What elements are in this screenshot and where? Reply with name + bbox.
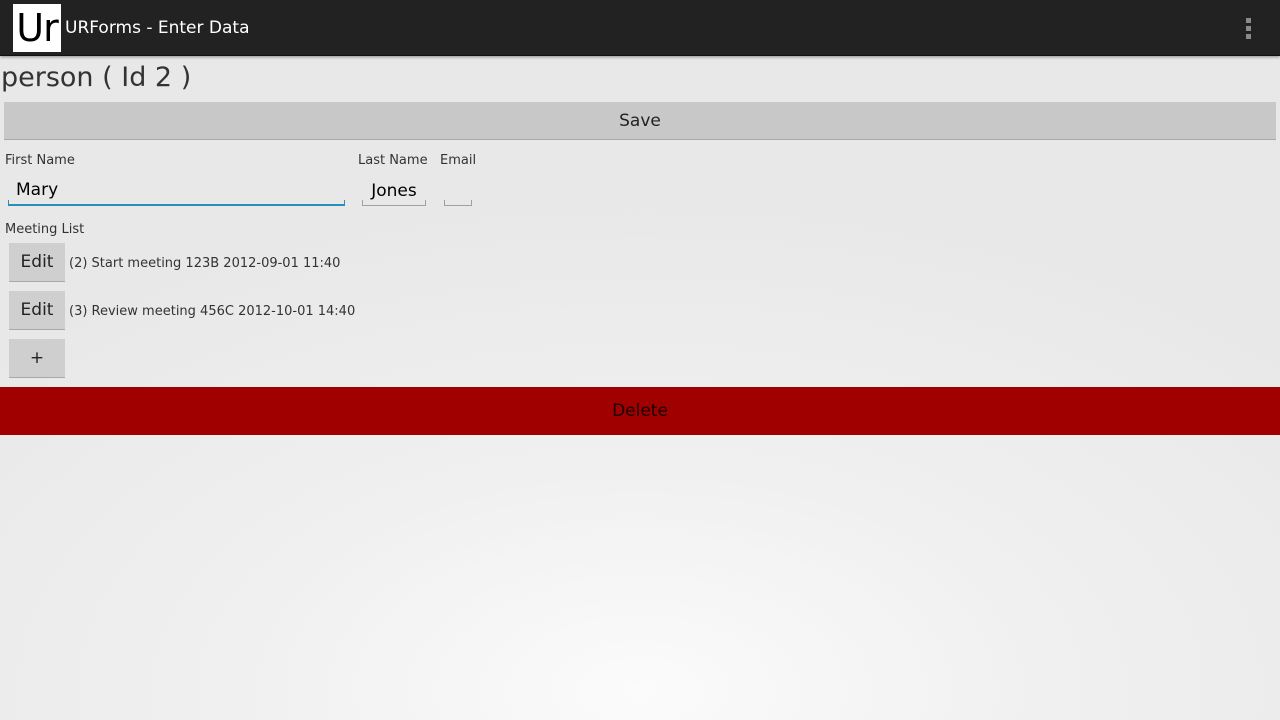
- meeting-list-item: (3) Review meeting 456C 2012-10-01 14:40: [69, 304, 356, 319]
- edit-meeting-button[interactable]: Edit: [9, 291, 65, 330]
- email-field-edge: [444, 200, 445, 206]
- first-name-field-edge: [344, 200, 345, 206]
- email-field-edge: [471, 200, 472, 206]
- overflow-menu-icon[interactable]: [1232, 12, 1264, 44]
- first-name-label: First Name: [5, 153, 75, 168]
- email-label: Email: [440, 153, 477, 168]
- last-name-field-edge: [425, 200, 426, 206]
- app-logo-icon[interactable]: Ur: [13, 4, 61, 52]
- last-name-label: Last Name: [358, 153, 428, 168]
- add-meeting-button[interactable]: +: [9, 339, 65, 378]
- overflow-dot: [1245, 33, 1251, 39]
- edit-meeting-button[interactable]: Edit: [9, 243, 65, 282]
- last-name-field[interactable]: [362, 176, 426, 206]
- meeting-list-item: (2) Start meeting 123B 2012-09-01 11:40: [69, 256, 341, 271]
- overflow-dot: [1245, 17, 1251, 23]
- save-button[interactable]: Save: [4, 102, 1276, 140]
- last-name-field-edge: [362, 200, 363, 206]
- first-name-field-edge: [8, 200, 9, 206]
- meeting-list-label: Meeting List: [5, 222, 85, 237]
- email-field[interactable]: [444, 176, 472, 206]
- page-title: person ( Id 2 ): [1, 62, 192, 93]
- first-name-field[interactable]: [8, 176, 345, 206]
- overflow-dot: [1245, 25, 1251, 31]
- app-title: URForms - Enter Data: [65, 18, 250, 38]
- delete-button[interactable]: Delete: [0, 387, 1280, 435]
- action-bar: Ur URForms - Enter Data: [0, 0, 1280, 56]
